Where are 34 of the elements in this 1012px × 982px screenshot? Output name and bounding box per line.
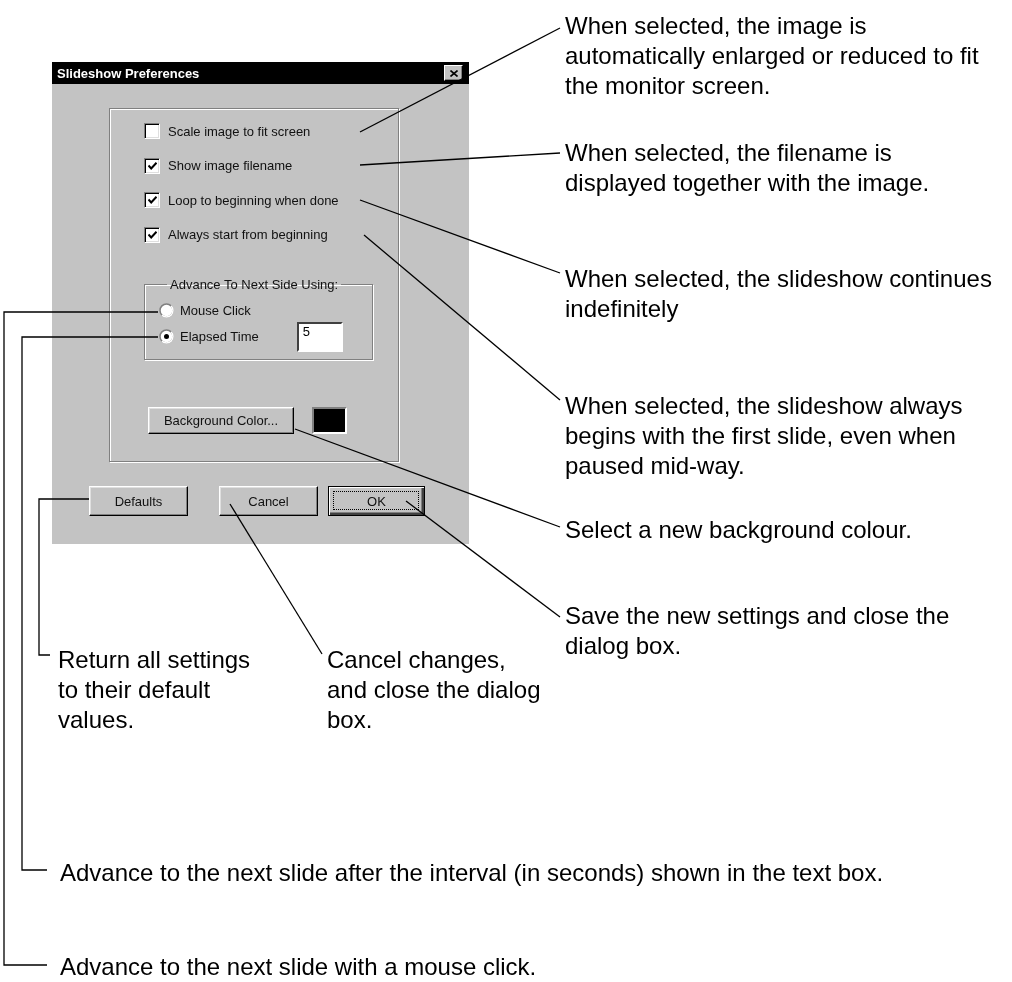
callout-text: Return all settings to their default values. — [58, 645, 251, 735]
checkbox[interactable] — [144, 192, 160, 208]
callout-text: Cancel changes, and close the dialog box. — [327, 645, 541, 735]
checkbox[interactable] — [144, 157, 160, 174]
radio-label[interactable]: Elapsed Time — [180, 329, 259, 344]
checkbox[interactable] — [144, 123, 160, 139]
callout-text: When selected, the filename is displayed together with the image. — [565, 138, 930, 198]
dialog-button[interactable]: OK — [328, 486, 425, 516]
background-color-button[interactable]: Background Color... — [148, 406, 294, 434]
checkbox-label[interactable]: Always start from beginning — [168, 227, 328, 242]
window-title: Slideshow Preferences — [57, 65, 200, 81]
callout-text: When selected, the slideshow always begins with the first slide, even when paused mid-way. — [565, 391, 963, 481]
checkbox[interactable] — [144, 226, 160, 243]
callout-text: Advance to the next slide with a mouse click. — [60, 952, 537, 982]
close-icon — [449, 69, 458, 77]
callout-text: Save the new settings and close the dialog box. — [565, 601, 950, 661]
checkbox-label[interactable]: Scale image to fit screen — [168, 123, 311, 139]
callout-text: When selected, the image is automatically enlarged or reduced to fit the monitor screen. — [565, 11, 979, 101]
checkmark-icon — [147, 161, 157, 170]
close-button[interactable] — [444, 65, 463, 81]
checkbox-label[interactable]: Loop to beginning when done — [168, 192, 339, 208]
seconds-field[interactable]: 5 — [296, 321, 343, 352]
checkbox-label[interactable]: Show image filename — [168, 158, 293, 173]
group-title: Advance To Next Side Using: — [169, 276, 340, 292]
checkmark-icon — [147, 196, 157, 204]
dialog-button[interactable]: Defaults — [89, 486, 188, 516]
radio-label[interactable]: Mouse Click — [180, 303, 251, 318]
dialog-button[interactable]: Cancel — [219, 486, 318, 516]
callout-text: When selected, the slideshow continues indefinitely — [565, 264, 992, 324]
radio-button[interactable] — [159, 329, 174, 344]
checkmark-icon — [147, 230, 157, 239]
callout-text: Select a new background colour. — [565, 515, 912, 545]
radio-button[interactable] — [159, 303, 174, 318]
callout-text: Advance to the next slide after the interval (in seconds) shown in the text box. — [60, 858, 884, 888]
